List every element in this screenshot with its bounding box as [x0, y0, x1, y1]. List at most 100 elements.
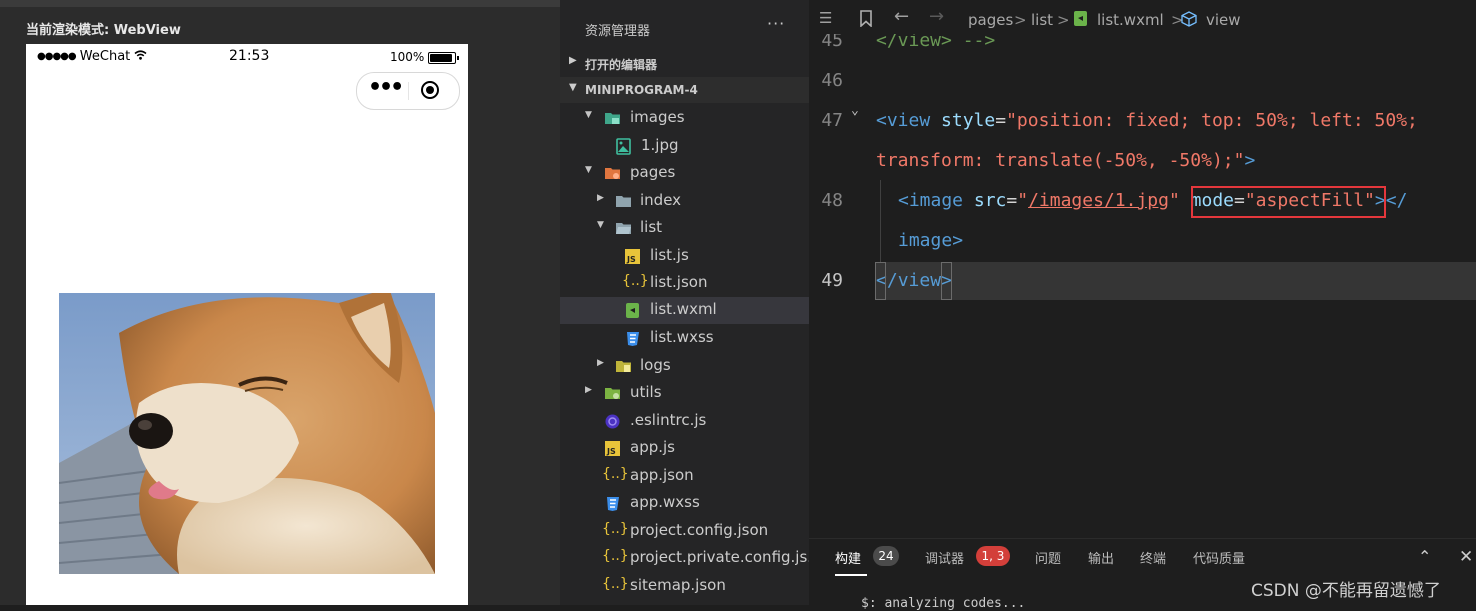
css-file-icon	[627, 332, 639, 346]
menu-capsule: •••	[356, 72, 460, 110]
simulator-panel: 当前渲染模式: WebView ●●●●● WeChat 21:53 100% …	[0, 0, 560, 605]
breadcrumb-file[interactable]: list.wxml	[1097, 11, 1164, 29]
status-bar: ●●●●● WeChat 21:53 100%	[26, 44, 468, 70]
open-editors-label: 打开的编辑器	[585, 58, 658, 72]
images-folder-icon	[605, 113, 620, 124]
wxml-file-icon	[1074, 11, 1087, 26]
tree-item-label: list	[640, 218, 663, 236]
css-file-icon	[607, 497, 619, 511]
project-section[interactable]: ▼ MINIPROGRAM-4	[560, 77, 809, 103]
breadcrumb-pages[interactable]: pages	[968, 11, 1013, 29]
tab-debugger[interactable]: 调试器	[925, 548, 964, 567]
tree-item-sitemap[interactable]: {..} sitemap.json	[560, 573, 809, 600]
tree-item-logs[interactable]: ▶ logs	[560, 353, 809, 380]
breadcrumb-symbol[interactable]: view	[1206, 11, 1241, 29]
code-token: style	[930, 110, 996, 131]
explorer-title: 资源管理器	[585, 24, 651, 39]
chevron-down-icon: ▼	[585, 110, 592, 120]
tree-item-1jpg[interactable]: 1.jpg	[560, 133, 809, 160]
tree-item-label: .eslintrc.js	[630, 411, 707, 429]
line-number: 48	[821, 190, 843, 211]
tree-item-project-private[interactable]: {..} project.private.config.js...	[560, 545, 822, 572]
tree-item-list-json[interactable]: {..} list.json	[560, 270, 809, 297]
chevron-up-icon[interactable]: ⌃	[1418, 547, 1431, 566]
code-token: view	[897, 270, 942, 291]
logs-folder-icon	[616, 361, 631, 372]
breadcrumb-list[interactable]: list	[1031, 11, 1053, 29]
watermark: CSDN @不能再留遗憾了	[1251, 581, 1441, 601]
tree-item-list-wxss[interactable]: list.wxss	[560, 325, 809, 352]
clock: 21:53	[229, 48, 270, 64]
code-token: "	[1017, 190, 1029, 211]
code-token: image	[898, 230, 953, 251]
code-area[interactable]: 45 </view> --> 46 47 ⌄ <view style="posi…	[809, 0, 1476, 538]
fold-chevron-icon[interactable]: ⌄	[851, 103, 859, 118]
tree-item-label: 1.jpg	[641, 136, 679, 154]
battery-icon	[428, 52, 459, 64]
chevron-right-icon: ▶	[569, 55, 577, 66]
pages-folder-icon	[605, 168, 620, 179]
tab-terminal[interactable]: 终端	[1140, 548, 1166, 567]
tree-item-index[interactable]: ▶ index	[560, 188, 809, 215]
carrier-name: WeChat	[79, 49, 131, 64]
tree-item-pages[interactable]: ▼ pages	[560, 160, 809, 187]
breadcrumb-separator-icon: >	[1014, 11, 1027, 29]
image-file-icon	[616, 138, 631, 155]
tree-item-label: list.wxml	[650, 300, 717, 318]
simulator-toolbar	[0, 0, 560, 7]
tab-output[interactable]: 输出	[1088, 548, 1114, 567]
tree-item-label: app.json	[630, 466, 694, 484]
json-file-icon: {..}	[602, 548, 629, 564]
json-file-icon: {..}	[602, 521, 629, 537]
more-icon[interactable]: •••	[368, 77, 404, 101]
tree-item-app-js[interactable]: JS app.js	[560, 435, 809, 462]
tree-item-list[interactable]: ▼ list	[560, 215, 809, 242]
tree-item-list-js[interactable]: JS list.js	[560, 243, 809, 270]
tree-item-app-wxss[interactable]: app.wxss	[560, 490, 809, 517]
code-editor[interactable]: 45 </view> --> 46 47 ⌄ <view style="posi…	[809, 0, 1476, 538]
build-count-badge: 24	[873, 546, 899, 566]
dog-image	[59, 293, 435, 574]
code-line-48-wrap: image>	[898, 230, 963, 251]
tree-item-app-json[interactable]: {..} app.json	[560, 463, 809, 490]
chevron-right-icon: ▶	[597, 358, 604, 368]
tree-item-label: images	[630, 108, 685, 126]
cube-icon	[1181, 11, 1197, 27]
close-icon[interactable]: ✕	[1459, 547, 1473, 567]
code-token: >	[1244, 150, 1256, 171]
tree-item-images[interactable]: ▼ images	[560, 105, 809, 132]
chevron-down-icon: ▼	[569, 82, 577, 93]
tree-item-label: list.js	[650, 246, 689, 264]
tree-item-label: sitemap.json	[630, 576, 726, 594]
code-token: <view	[876, 110, 931, 131]
code-token: >	[952, 230, 964, 251]
tree-item-project-config[interactable]: {..} project.config.json	[560, 518, 809, 545]
carrier: ●●●●● WeChat	[37, 49, 147, 64]
close-miniprogram-icon[interactable]	[421, 81, 439, 99]
code-token: /images/1.jpg	[1028, 190, 1169, 211]
line-number: 46	[821, 70, 843, 91]
tree-item-label: utils	[630, 383, 662, 401]
code-line-47-wrap: transform: translate(-50%, -50%);">	[876, 150, 1255, 171]
explorer-more-icon[interactable]: ···	[767, 14, 785, 33]
bookmark-icon[interactable]	[859, 10, 873, 27]
forward-arrow-icon[interactable]: →	[929, 6, 944, 27]
list-icon[interactable]: ☰	[819, 9, 832, 27]
tree-item-list-wxml[interactable]: list.wxml	[560, 297, 809, 324]
indent-guide	[880, 180, 881, 262]
open-editors-section[interactable]: ▶ 打开的编辑器	[560, 50, 809, 76]
folder-open-icon	[616, 223, 631, 234]
js-file-icon: JS	[625, 249, 640, 264]
tab-code-quality[interactable]: 代码质量	[1193, 548, 1245, 567]
capsule-divider	[408, 82, 409, 100]
back-arrow-icon[interactable]: ←	[894, 6, 909, 27]
code-token: src	[963, 190, 1007, 211]
tree-item-label: project.config.json	[630, 521, 769, 539]
tree-item-utils[interactable]: ▶ utils	[560, 380, 809, 407]
render-mode-label: 当前渲染模式: WebView	[26, 23, 181, 38]
tab-build[interactable]: 构建	[835, 548, 861, 567]
chevron-right-icon: ▶	[585, 385, 592, 395]
tree-item-eslintrc[interactable]: .eslintrc.js	[560, 408, 809, 435]
chevron-down-icon: ▼	[585, 165, 592, 175]
tab-problems[interactable]: 问题	[1035, 548, 1061, 567]
